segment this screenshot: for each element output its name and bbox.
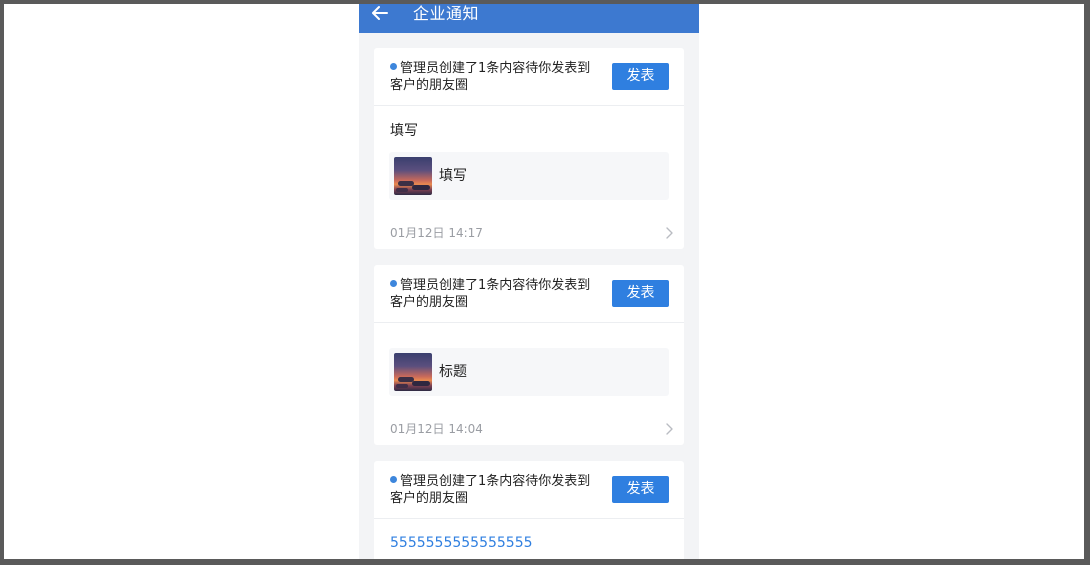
- publish-button[interactable]: 发表: [612, 63, 669, 90]
- sunset-thumbnail-icon: [394, 157, 432, 195]
- notification-card[interactable]: 管理员创建了1条内容待你发表到客户的朋友圈 发表 标题 01月12日 14:04: [374, 265, 684, 445]
- notice-message: 管理员创建了1条内容待你发表到客户的朋友圈: [390, 474, 591, 506]
- notice-text: 管理员创建了1条内容待你发表到客户的朋友圈: [390, 473, 600, 507]
- screen: 企业通知 管理员创建了1条内容待你发表到客户的朋友圈 发表 填写 填写 01月1…: [4, 4, 1084, 559]
- notice-text: 管理员创建了1条内容待你发表到客户的朋友圈: [390, 277, 600, 311]
- notice-text: 管理员创建了1条内容待你发表到客户的朋友圈: [390, 60, 600, 94]
- card-header: 管理员创建了1条内容待你发表到客户的朋友圈 发表: [374, 48, 684, 106]
- unread-dot-icon: [390, 476, 397, 483]
- card-header: 管理员创建了1条内容待你发表到客户的朋友圈 发表: [374, 265, 684, 323]
- sunset-thumbnail-icon: [394, 353, 432, 391]
- publish-button[interactable]: 发表: [612, 280, 669, 307]
- attachment-preview[interactable]: 标题: [389, 348, 669, 396]
- card-header: 管理员创建了1条内容待你发表到客户的朋友圈 发表: [374, 461, 684, 519]
- timestamp: 01月12日 14:17: [390, 226, 483, 240]
- phone-viewport: 企业通知 管理员创建了1条内容待你发表到客户的朋友圈 发表 填写 填写 01月1…: [359, 4, 699, 559]
- content-text: 5555555555555555: [390, 535, 533, 551]
- content-text: 填写: [390, 123, 418, 139]
- attachment-title: 标题: [439, 364, 467, 380]
- unread-dot-icon: [390, 280, 397, 287]
- unread-dot-icon: [390, 63, 397, 70]
- publish-button[interactable]: 发表: [612, 476, 669, 503]
- top-bar: 企业通知: [359, 4, 699, 33]
- timestamp: 01月12日 14:04: [390, 422, 483, 436]
- notice-message: 管理员创建了1条内容待你发表到客户的朋友圈: [390, 278, 591, 310]
- arrow-left-icon[interactable]: [369, 4, 391, 24]
- chevron-right-icon[interactable]: [664, 226, 674, 240]
- notification-card[interactable]: 管理员创建了1条内容待你发表到客户的朋友圈 发表 填写 填写 01月12日 14…: [374, 48, 684, 249]
- attachment-title: 填写: [439, 168, 467, 184]
- page-title: 企业通知: [413, 4, 480, 23]
- notice-message: 管理员创建了1条内容待你发表到客户的朋友圈: [390, 61, 591, 93]
- chevron-right-icon[interactable]: [664, 422, 674, 436]
- attachment-preview[interactable]: 填写: [389, 152, 669, 200]
- notification-card[interactable]: 管理员创建了1条内容待你发表到客户的朋友圈 发表 555555555555555…: [374, 461, 684, 559]
